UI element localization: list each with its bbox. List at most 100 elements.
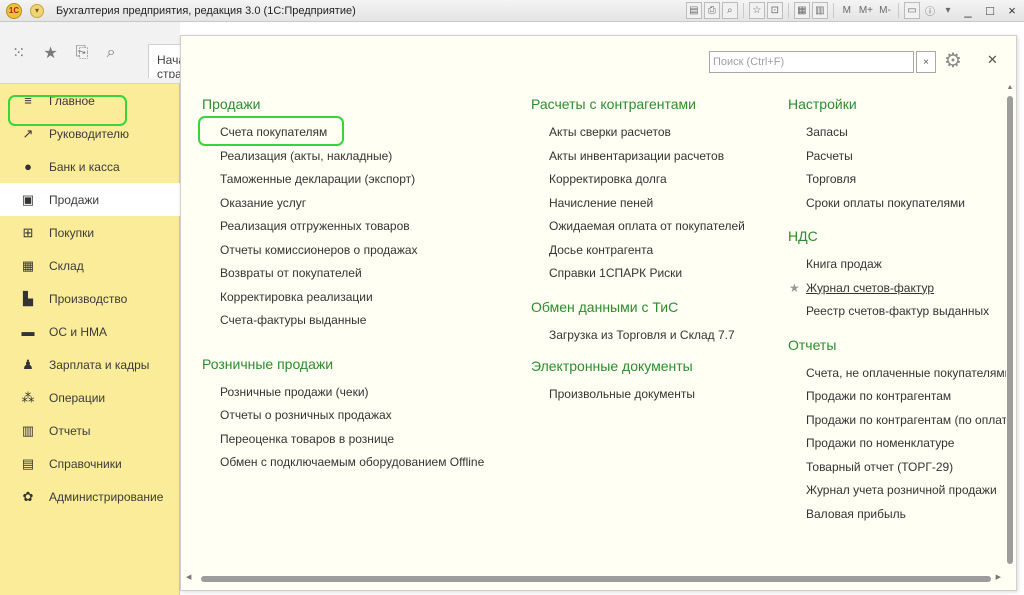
maximize-button[interactable]: □ [980, 2, 1000, 19]
section-link[interactable]: Сроки оплаты покупателями [788, 196, 1006, 220]
scroll-up-icon[interactable]: ▲ [1005, 84, 1015, 91]
section-link[interactable]: Корректировка реализации [202, 290, 502, 314]
section-panel: Поиск (Ctrl+F) × ⚙ ✕ Продажи Счета покуп… [180, 35, 1017, 591]
section-link[interactable]: Акты инвентаризации расчетов [531, 149, 781, 173]
column-settlements: Расчеты с контрагентами Акты сверки расч… [531, 96, 781, 411]
section-link[interactable]: Розничные продажи (чеки) [202, 385, 502, 409]
section-link[interactable]: Реализация (акты, накладные) [202, 149, 502, 173]
sidebar-item-label: Операции [49, 390, 106, 405]
section-link[interactable]: Счета-фактуры выданные [202, 313, 502, 337]
section-link[interactable]: Ожидаемая оплата от покупателей [531, 219, 781, 243]
section-link[interactable]: Справки 1СПАРК Риски [531, 266, 781, 290]
save-icon[interactable]: ▤ [685, 2, 702, 19]
vertical-scrollbar[interactable]: ▲ [1005, 84, 1015, 572]
scroll-right-icon[interactable]: ▶ [996, 573, 1001, 581]
sections-grid-icon[interactable]: ⁙ [12, 43, 25, 63]
section-link[interactable]: Корректировка долга [531, 172, 781, 196]
history-icon[interactable]: ⎘ [76, 44, 89, 62]
section-link[interactable]: Оказание услуг [202, 196, 502, 220]
section-link[interactable]: Реализация отгруженных товаров [202, 219, 502, 243]
section-link[interactable]: Возвраты от покупателей [202, 266, 502, 290]
sidebar-item-label: Руководителю [49, 126, 130, 141]
section-link[interactable]: Расчеты [788, 149, 1006, 173]
info-dropdown-icon[interactable]: ▾ [940, 2, 956, 19]
truck-icon: ▬ [21, 324, 35, 339]
section-link[interactable]: Отчеты комиссионеров о продажах [202, 243, 502, 267]
section-link[interactable]: Журнал учета розничной продажи [788, 483, 1006, 507]
close-window-button[interactable]: × [1002, 2, 1022, 19]
section-link[interactable]: Продажи по контрагентам (по оплатам) [788, 413, 1006, 437]
close-icon[interactable]: ✕ [987, 52, 998, 68]
memory-button[interactable]: M [839, 2, 855, 19]
sidebar-item-warehouse[interactable]: ▦ Склад [0, 249, 179, 282]
search-input[interactable]: Поиск (Ctrl+F) [709, 51, 914, 73]
sidebar-item-sales[interactable]: ▣ Продажи [0, 183, 181, 216]
column-settings: Настройки Запасы Расчеты Торговля Сроки … [788, 96, 1006, 574]
sidebar-item-production[interactable]: ▙ Производство [0, 282, 179, 315]
section-link[interactable]: ★ Журнал счетов-фактур [788, 281, 1006, 305]
section-title: Продажи [202, 96, 261, 112]
print-icon[interactable]: ⎙ [703, 2, 720, 19]
section-link[interactable]: Продажи по контрагентам [788, 389, 1006, 413]
sidebar-item-label: ОС и НМА [49, 324, 108, 339]
sidebar-item-label: Зарплата и кадры [49, 357, 150, 372]
search-icon[interactable]: ⌕ [107, 44, 116, 62]
window-title: Бухгалтерия предприятия, редакция 3.0 (1… [56, 4, 356, 17]
section-link[interactable]: Книга продаж [788, 257, 1006, 281]
section-link[interactable]: Акты сверки расчетов [531, 125, 781, 149]
section-link[interactable]: Таможенные декларации (экспорт) [202, 172, 502, 196]
minimize-button[interactable]: _ [958, 2, 978, 19]
section-link[interactable]: Досье контрагента [531, 243, 781, 267]
section-link[interactable]: Загрузка из Торговля и Склад 7.7 [531, 328, 781, 352]
section-link[interactable]: Запасы [788, 125, 1006, 149]
sidebar-item-salary[interactable]: ♟ Зарплата и кадры [0, 348, 179, 381]
scroll-left-icon[interactable]: ◀ [186, 573, 191, 581]
favorites-star-icon[interactable]: ★ [43, 43, 57, 63]
info-icon[interactable]: ⓘ [922, 2, 938, 19]
separator [832, 3, 834, 18]
section-link[interactable]: Счета, не оплаченные покупателями [788, 366, 1006, 390]
sidebar-item-bank[interactable]: ● Банк и касса [0, 150, 179, 183]
clear-search-button[interactable]: × [916, 51, 936, 73]
horizontal-scrollbar[interactable]: ◀ ▶ [186, 574, 1001, 584]
sidebar-item-purchases[interactable]: ⊞ Покупки [0, 216, 179, 249]
preview-icon[interactable]: ⌕ [721, 2, 738, 19]
section-link[interactable]: Начисление пеней [531, 196, 781, 220]
section-link[interactable]: Валовая прибыль [788, 507, 1006, 531]
section-link[interactable]: Реестр счетов-фактур выданных [788, 304, 1006, 328]
sidebar-item-admin[interactable]: ✿ Администрирование [0, 480, 179, 513]
scroll-thumb[interactable] [1007, 96, 1013, 564]
section-link[interactable]: Продажи по номенклатуре [788, 436, 1006, 460]
app-logo-icon[interactable]: 1С [6, 2, 22, 19]
title-toolbar: ▤ ⎙ ⌕ ☆ ⊡ ▦ ▥ M M+ M- ▭ ⓘ ▾ _ □ × [685, 2, 1022, 19]
sidebar-item-assets[interactable]: ▬ ОС и НМА [0, 315, 179, 348]
favorites-star-icon[interactable]: ☆ [748, 2, 765, 19]
sidebar-item-operations[interactable]: ⁂ Операции [0, 381, 179, 414]
scroll-thumb[interactable] [201, 576, 991, 582]
section-link[interactable]: Обмен с подключаемым оборудованием Offli… [202, 455, 502, 479]
highlight-frame [8, 95, 127, 126]
link-icon[interactable]: ⊡ [766, 2, 783, 19]
calculator-icon[interactable]: ▥ [811, 2, 828, 19]
coin-icon: ● [24, 159, 32, 174]
section-link[interactable]: Переоценка товаров в рознице [202, 432, 502, 456]
section-link[interactable]: Товарный отчет (ТОРГ-29) [788, 460, 1006, 484]
memory-plus-button[interactable]: M+ [857, 2, 875, 19]
section-link[interactable]: Произвольные документы [531, 387, 781, 411]
memory-minus-button[interactable]: M- [877, 2, 893, 19]
section-title: Электронные документы [531, 358, 693, 374]
window-mode-icon[interactable]: ▭ [904, 2, 920, 19]
sidebar-item-catalogs[interactable]: ▤ Справочники [0, 447, 179, 480]
sidebar-item-label: Справочники [49, 456, 122, 471]
section-title: НДС [788, 228, 818, 244]
book-icon: ▤ [21, 455, 35, 471]
main-menu-button[interactable]: ▾ [30, 3, 44, 18]
calendar-icon[interactable]: ▦ [793, 2, 810, 19]
section-title: Настройки [788, 96, 857, 112]
sidebar-item-reports[interactable]: ▥ Отчеты [0, 414, 179, 447]
favorite-star-icon[interactable]: ★ [789, 281, 800, 295]
section-link[interactable]: Отчеты о розничных продажах [202, 408, 502, 432]
separator [898, 3, 899, 18]
section-link[interactable]: Торговля [788, 172, 1006, 196]
settings-gear-icon[interactable]: ⚙ [944, 48, 962, 73]
